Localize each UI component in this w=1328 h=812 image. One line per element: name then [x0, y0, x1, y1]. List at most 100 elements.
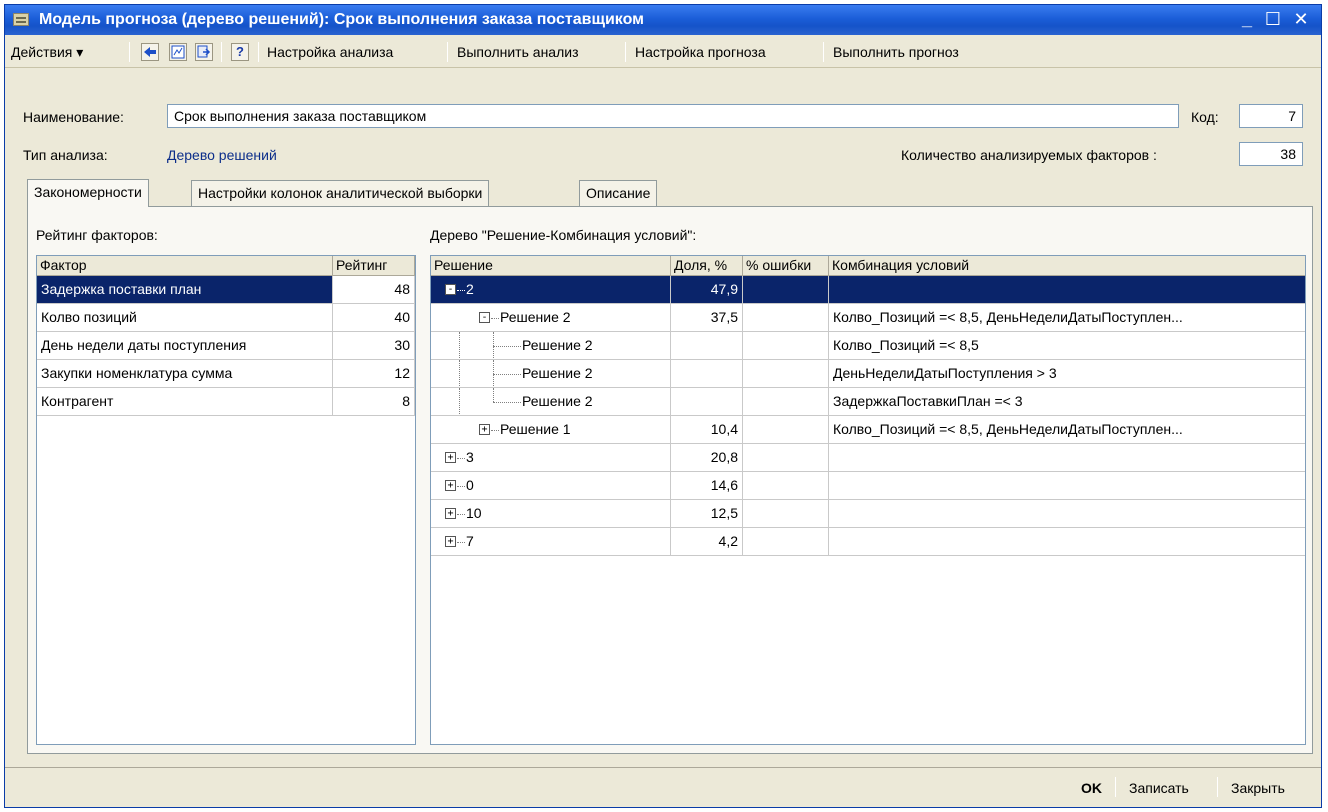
tree-line	[493, 402, 521, 403]
tree-node[interactable]: -2	[431, 276, 671, 304]
tree-title: Дерево "Решение-Комбинация условий":	[430, 227, 697, 243]
tree-node[interactable]: +3	[431, 444, 671, 472]
share-cell[interactable]: 4,2	[671, 528, 743, 556]
error-column-header[interactable]: % ошибки	[743, 256, 829, 276]
decision-tree-grid[interactable]: Решение Доля, % % ошибки Комбинация усло…	[430, 255, 1306, 745]
share-cell[interactable]: 14,6	[671, 472, 743, 500]
factor-cell[interactable]: Колво позиций	[37, 304, 333, 332]
rating-cell[interactable]: 40	[333, 304, 415, 332]
factor-cell[interactable]: Закупки номенклатура сумма	[37, 360, 333, 388]
tree-node[interactable]: + Решение 1	[431, 416, 671, 444]
tree-line	[457, 290, 465, 291]
rating-column-header[interactable]: Рейтинг	[333, 256, 415, 276]
error-cell[interactable]	[743, 304, 829, 332]
conditions-column-header[interactable]: Комбинация условий	[829, 256, 1305, 276]
rating-cell[interactable]: 12	[333, 360, 415, 388]
error-cell[interactable]	[743, 360, 829, 388]
tree-line	[459, 360, 460, 387]
share-cell[interactable]: 12,5	[671, 500, 743, 528]
condition-cell[interactable]: ЗадержкаПоставкиПлан =< 3	[829, 388, 1305, 416]
condition-cell[interactable]: Колво_Позиций =< 8,5, ДеньНеделиДатыПост…	[829, 304, 1305, 332]
tree-node[interactable]: Решение 2	[431, 388, 671, 416]
error-cell[interactable]	[743, 444, 829, 472]
tree-node[interactable]: +10	[431, 500, 671, 528]
factor-cell[interactable]: День недели даты поступления	[37, 332, 333, 360]
tree-node[interactable]: +0	[431, 472, 671, 500]
code-field[interactable]: 7	[1239, 104, 1303, 128]
toolbar-separator	[823, 42, 824, 62]
maximize-button[interactable]: ☐	[1261, 8, 1285, 32]
main-window: Модель прогноза (дерево решений): Срок в…	[4, 4, 1322, 808]
save-button[interactable]: Записать	[1129, 777, 1189, 799]
expand-icon[interactable]: +	[445, 508, 456, 519]
rating-cell[interactable]: 48	[333, 276, 415, 304]
collapse-icon[interactable]: -	[479, 312, 490, 323]
name-field[interactable]: Срок выполнения заказа поставщиком	[167, 104, 1179, 128]
tab-description[interactable]: Описание	[579, 180, 658, 206]
collapse-icon[interactable]: -	[445, 284, 456, 295]
share-cell[interactable]	[671, 360, 743, 388]
factor-cell[interactable]: Задержка поставки план	[37, 276, 333, 304]
share-cell[interactable]: 10,4	[671, 416, 743, 444]
ok-button[interactable]: OK	[1081, 777, 1102, 799]
error-cell[interactable]	[743, 528, 829, 556]
share-cell[interactable]: 37,5	[671, 304, 743, 332]
toolbar: Действия ▾ ? Настройка анализа Выполнить…	[5, 36, 1321, 68]
expand-icon[interactable]: +	[445, 480, 456, 491]
help-icon[interactable]: ?	[231, 43, 249, 61]
rating-cell[interactable]: 30	[333, 332, 415, 360]
tab-patterns[interactable]: Закономерности	[27, 179, 149, 207]
factor-cell[interactable]: Контрагент	[37, 388, 333, 416]
tab-column-settings[interactable]: Настройки колонок аналитической выборки	[191, 180, 490, 206]
condition-cell[interactable]	[829, 528, 1305, 556]
error-cell[interactable]	[743, 388, 829, 416]
factors-grid[interactable]: Фактор Рейтинг Задержка поставки план 48 К…	[36, 255, 416, 745]
condition-cell[interactable]	[829, 500, 1305, 528]
error-cell[interactable]	[743, 276, 829, 304]
analysis-type-label: Тип анализа:	[23, 147, 108, 163]
factor-column-header[interactable]: Фактор	[37, 256, 333, 276]
error-cell[interactable]	[743, 472, 829, 500]
title-bar[interactable]: Модель прогноза (дерево решений): Срок в…	[5, 5, 1321, 35]
condition-cell[interactable]	[829, 472, 1305, 500]
close-button[interactable]: Закрыть	[1231, 777, 1285, 799]
share-cell[interactable]: 47,9	[671, 276, 743, 304]
run-forecast-button[interactable]: Выполнить прогноз	[833, 42, 959, 62]
tree-node[interactable]: - Решение 2	[431, 304, 671, 332]
expand-icon[interactable]: +	[445, 452, 456, 463]
chart-icon[interactable]	[169, 43, 187, 61]
export-icon[interactable]	[195, 43, 213, 61]
share-cell[interactable]: 20,8	[671, 444, 743, 472]
actions-menu[interactable]: Действия ▾	[11, 42, 83, 62]
share-cell[interactable]	[671, 388, 743, 416]
error-cell[interactable]	[743, 500, 829, 528]
factors-count-field[interactable]: 38	[1239, 142, 1303, 166]
close-window-button[interactable]: ✕	[1289, 8, 1313, 32]
forecast-settings-button[interactable]: Настройка прогноза	[635, 42, 766, 62]
minimize-button[interactable]: _	[1235, 8, 1259, 32]
condition-cell[interactable]: Колво_Позиций =< 8,5	[829, 332, 1305, 360]
condition-cell[interactable]	[829, 444, 1305, 472]
tree-node[interactable]: +7	[431, 528, 671, 556]
decision-column-header[interactable]: Решение	[431, 256, 671, 276]
tree-node-label: 3	[466, 449, 474, 465]
back-arrow-icon[interactable]	[141, 43, 159, 61]
condition-cell[interactable]	[829, 276, 1305, 304]
tree-line	[493, 374, 521, 375]
condition-cell[interactable]: Колво_Позиций =< 8,5, ДеньНеделиДатыПост…	[829, 416, 1305, 444]
tree-node[interactable]: Решение 2	[431, 360, 671, 388]
factors-count-label: Количество анализируемых факторов :	[901, 147, 1157, 163]
expand-icon[interactable]: +	[445, 536, 456, 547]
analysis-settings-button[interactable]: Настройка анализа	[267, 42, 393, 62]
analysis-type-link[interactable]: Дерево решений	[167, 147, 277, 163]
name-label: Наименование:	[23, 109, 124, 125]
rating-cell[interactable]: 8	[333, 388, 415, 416]
tree-node[interactable]: Решение 2	[431, 332, 671, 360]
share-cell[interactable]	[671, 332, 743, 360]
condition-cell[interactable]: ДеньНеделиДатыПоступления > 3	[829, 360, 1305, 388]
error-cell[interactable]	[743, 416, 829, 444]
run-analysis-button[interactable]: Выполнить анализ	[457, 42, 579, 62]
share-column-header[interactable]: Доля, %	[671, 256, 743, 276]
error-cell[interactable]	[743, 332, 829, 360]
expand-icon[interactable]: +	[479, 424, 490, 435]
